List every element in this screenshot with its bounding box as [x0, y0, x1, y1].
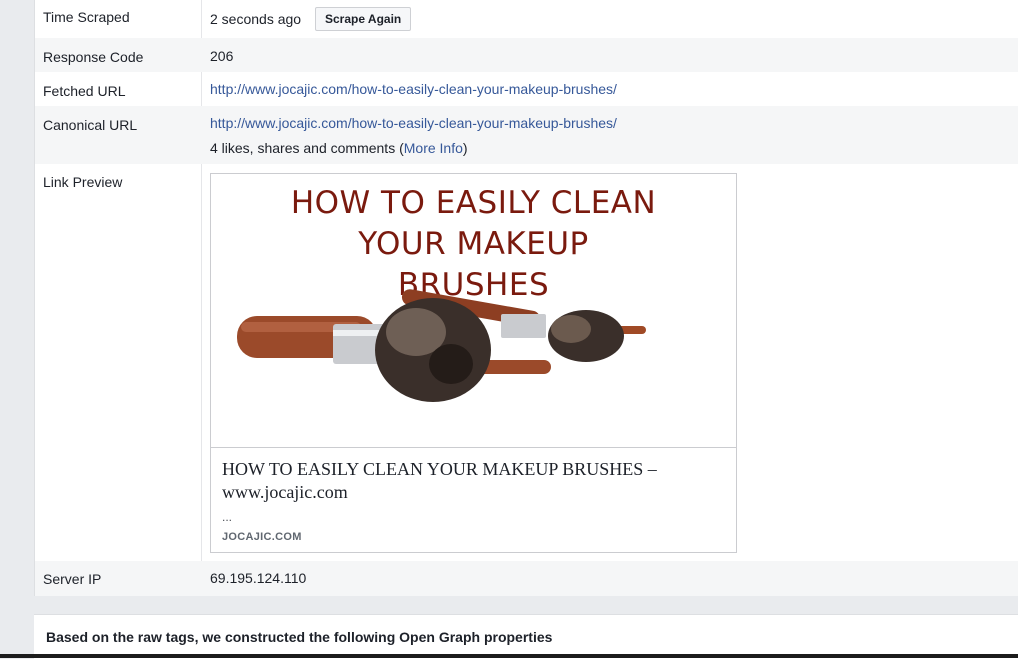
link-preview-card[interactable]: HOW TO EASILY CLEAN YOUR MAKEUP BRUSHES [210, 173, 737, 553]
server-ip-value: 69.195.124.110 [210, 570, 307, 586]
scrape-again-button[interactable]: Scrape Again [315, 7, 412, 31]
row-fetched-url: Fetched URL http://www.jocajic.com/how-t… [35, 72, 1018, 106]
row-response-code: Response Code 206 [35, 38, 1018, 72]
time-scraped-value: 2 seconds ago [210, 11, 302, 27]
fetched-url-link[interactable]: http://www.jocajic.com/how-to-easily-cle… [210, 81, 617, 97]
server-ip-label: Server IP [43, 571, 102, 587]
preview-description: ... [222, 510, 233, 524]
engagement-count: 4 likes, shares and comments ( [210, 140, 404, 156]
scrape-results-panel: Time Scraped 2 seconds ago Scrape Again … [34, 0, 1018, 596]
preview-title[interactable]: HOW TO EASILY CLEAN YOUR MAKEUP BRUSHES … [222, 458, 722, 504]
link-preview-label: Link Preview [43, 174, 123, 190]
canonical-url-link[interactable]: http://www.jocajic.com/how-to-easily-cle… [210, 115, 617, 131]
preview-image[interactable]: HOW TO EASILY CLEAN YOUR MAKEUP BRUSHES [211, 174, 736, 448]
more-info-link[interactable]: More Info [404, 140, 463, 156]
row-server-ip: Server IP 69.195.124.110 [35, 561, 1018, 596]
engagement-text: 4 likes, shares and comments (More Info) [210, 140, 468, 156]
time-scraped-label: Time Scraped [43, 9, 130, 25]
preview-domain: JOCAJIC.COM [222, 531, 302, 543]
canonical-url-label: Canonical URL [43, 117, 138, 133]
makeup-brushes-illustration [237, 289, 646, 402]
open-graph-heading: Based on the raw tags, we constructed th… [46, 629, 553, 645]
fetched-url-label: Fetched URL [43, 83, 126, 99]
row-canonical-url: Canonical URL http://www.jocajic.com/how… [35, 106, 1018, 164]
close-paren: ) [462, 140, 468, 156]
response-code-value: 206 [210, 48, 234, 64]
bottom-edge-bar [0, 654, 1018, 658]
row-time-scraped: Time Scraped 2 seconds ago Scrape Again [35, 0, 1018, 38]
response-code-label: Response Code [43, 49, 144, 65]
open-graph-section: Based on the raw tags, we constructed th… [34, 614, 1018, 659]
